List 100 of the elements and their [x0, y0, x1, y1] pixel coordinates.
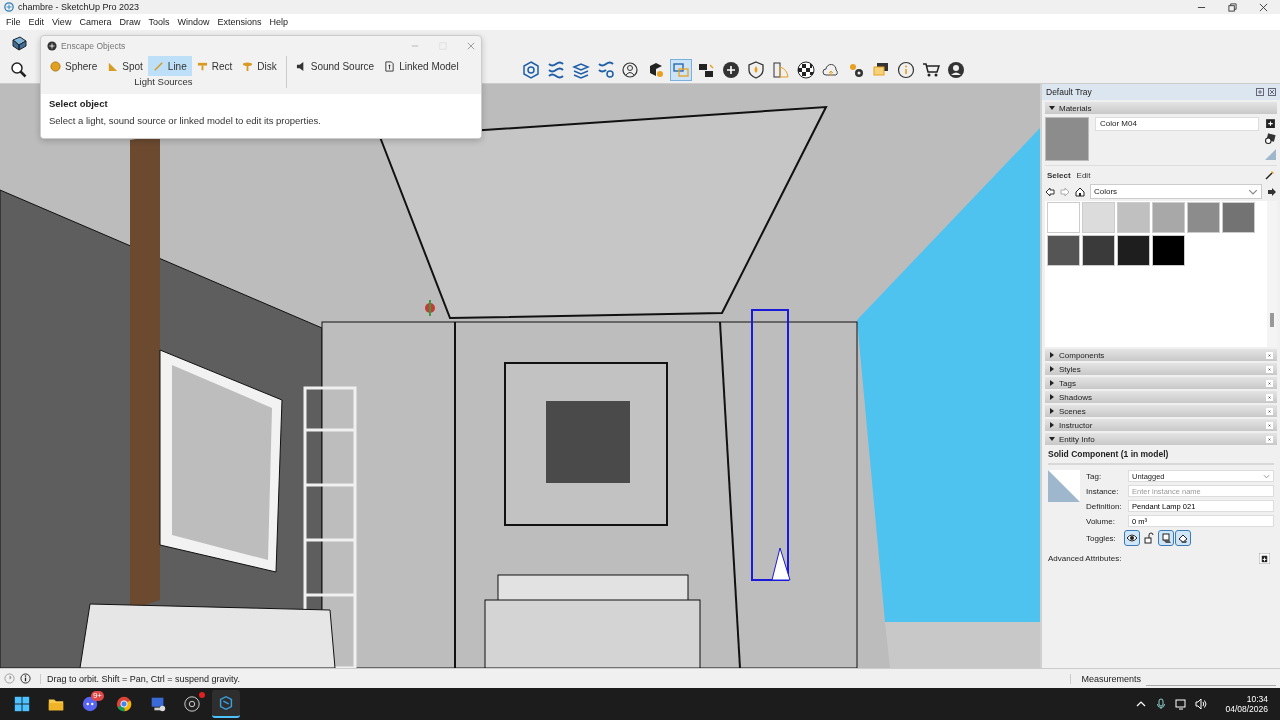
person-icon[interactable]	[946, 59, 966, 80]
wave-icon[interactable]	[546, 59, 566, 80]
panel-header[interactable]: Tags	[1045, 377, 1277, 389]
library-dropdown[interactable]: Colors	[1090, 184, 1262, 199]
color-swatch[interactable]	[1117, 202, 1150, 233]
light-tool-button[interactable]: Sphere	[45, 56, 103, 76]
expand-arrow-icon	[1049, 422, 1055, 428]
menu-item[interactable]: Tools	[144, 17, 174, 27]
hex-search-icon[interactable]	[521, 59, 541, 80]
home-icon[interactable]	[1075, 186, 1085, 197]
panel-header[interactable]: Instructor	[1045, 419, 1277, 431]
taskbar-app[interactable]: 9+	[76, 690, 104, 718]
restore-icon[interactable]	[1228, 2, 1237, 12]
menu-item[interactable]: Window	[173, 17, 214, 27]
field-label: Tag:	[1086, 471, 1103, 481]
cube-icon[interactable]	[9, 33, 29, 53]
light-tool-button[interactable]: Rect	[191, 56, 238, 76]
line-icon	[152, 60, 164, 72]
taskbar-app[interactable]	[212, 690, 240, 718]
sphere-icon	[50, 60, 61, 72]
browser-icon	[115, 695, 133, 713]
cast-shadow-icon[interactable]	[1159, 531, 1173, 545]
pin-icon[interactable]	[1256, 88, 1264, 96]
details-arrow-icon[interactable]	[1267, 186, 1277, 197]
microphone-icon[interactable]	[1155, 698, 1168, 710]
panel-header[interactable]: Scenes	[1045, 405, 1277, 417]
tab[interactable]: Edit	[1076, 170, 1091, 180]
cube-app-icon	[217, 694, 235, 712]
menu-item[interactable]: Extensions	[213, 17, 266, 27]
wave-gear-icon[interactable]	[596, 59, 616, 80]
panel-header[interactable]: Shadows	[1045, 391, 1277, 403]
panel-header[interactable]: Styles	[1045, 363, 1277, 375]
add-material-icon[interactable]	[1265, 117, 1276, 128]
disk-lamp-icon	[242, 60, 254, 72]
color-swatch[interactable]	[1082, 235, 1115, 266]
menu-item[interactable]: File	[2, 17, 25, 27]
dialog-heading: Select object	[49, 98, 109, 109]
app-logo-icon	[4, 2, 14, 12]
panel-header[interactable]: Materials	[1045, 102, 1277, 114]
light-tool-button[interactable]: Disk	[237, 56, 282, 76]
field-label: Toggles:	[1086, 533, 1117, 543]
tray-title: Default Tray	[1046, 87, 1092, 97]
light-tool-button[interactable]: Spot	[102, 56, 148, 76]
expand-arrow-icon	[1049, 366, 1055, 372]
menu-item[interactable]: Draw	[115, 17, 145, 27]
measurements-label: Measurements	[1070, 673, 1141, 684]
menu-item[interactable]: View	[48, 17, 76, 27]
document-icon	[384, 60, 396, 72]
material-preview	[1045, 117, 1089, 161]
swap-icon[interactable]	[671, 59, 691, 80]
paint-bucket-icon[interactable]	[1265, 133, 1276, 144]
shield-icon[interactable]	[746, 59, 766, 80]
eyedropper-icon[interactable]	[1265, 170, 1275, 180]
color-swatch[interactable]	[1082, 202, 1115, 233]
panel-header[interactable]: Components	[1045, 349, 1277, 361]
field-label: Instance:	[1086, 486, 1120, 496]
color-swatch[interactable]	[1117, 235, 1150, 266]
building-icon[interactable]	[771, 59, 791, 80]
speaker-icon[interactable]	[1195, 698, 1208, 710]
color-swatch[interactable]	[1152, 235, 1185, 266]
triangle-icon	[1265, 149, 1276, 160]
add-attribute-icon[interactable]	[1259, 553, 1270, 564]
checker-icon[interactable]	[796, 59, 816, 80]
color-swatch[interactable]	[1047, 235, 1080, 266]
light-tool-button[interactable]: Line	[147, 56, 192, 76]
clock-date[interactable]: 04/08/2026	[1225, 704, 1268, 714]
receive-shadow-icon[interactable]	[1176, 531, 1190, 545]
expand-arrow-icon	[1049, 408, 1055, 414]
menu-item[interactable]: Help	[265, 17, 292, 27]
network-icon[interactable]	[1175, 698, 1188, 710]
group-label: Light Sources	[134, 76, 193, 87]
user-menu-icon[interactable]	[621, 59, 641, 80]
scrollbar[interactable]	[1267, 201, 1277, 347]
clock-time[interactable]: 10:34	[1246, 694, 1268, 704]
cone-icon	[107, 60, 119, 72]
panel-header[interactable]: Entity Info	[1045, 433, 1277, 445]
padlock-icon[interactable]	[1142, 531, 1156, 545]
plus-circle-icon[interactable]	[721, 59, 741, 80]
expand-arrow-icon	[1049, 380, 1055, 386]
magnifier-icon[interactable]	[9, 59, 29, 80]
tab[interactable]: Select	[1047, 170, 1071, 180]
info-icon[interactable]	[896, 59, 916, 80]
back-arrow-icon[interactable]	[1045, 186, 1055, 197]
close-icon[interactable]	[1268, 88, 1276, 96]
menu-item[interactable]: Camera	[75, 17, 116, 27]
dialog-message: Select a light, sound source or linked model to edit its properties.	[49, 115, 322, 126]
close-icon[interactable]	[1259, 2, 1268, 12]
color-swatch[interactable]	[1222, 202, 1255, 233]
linked-model-button[interactable]: Linked Model	[379, 56, 464, 76]
sound-source-button[interactable]: Sound Source	[290, 56, 380, 76]
field-label: Definition:	[1086, 501, 1122, 511]
color-swatch[interactable]	[1187, 202, 1220, 233]
window-title: chambre - SketchUp Pro 2023	[18, 2, 140, 12]
material-name-field[interactable]: Color M04	[1095, 117, 1259, 131]
info-icon[interactable]	[20, 673, 31, 684]
menu-item[interactable]: Edit	[24, 17, 49, 27]
eye-icon[interactable]	[1125, 531, 1139, 545]
color-swatch[interactable]	[1047, 202, 1080, 233]
color-swatch[interactable]	[1152, 202, 1185, 233]
entity-heading: Solid Component (1 in model)	[1048, 449, 1274, 465]
